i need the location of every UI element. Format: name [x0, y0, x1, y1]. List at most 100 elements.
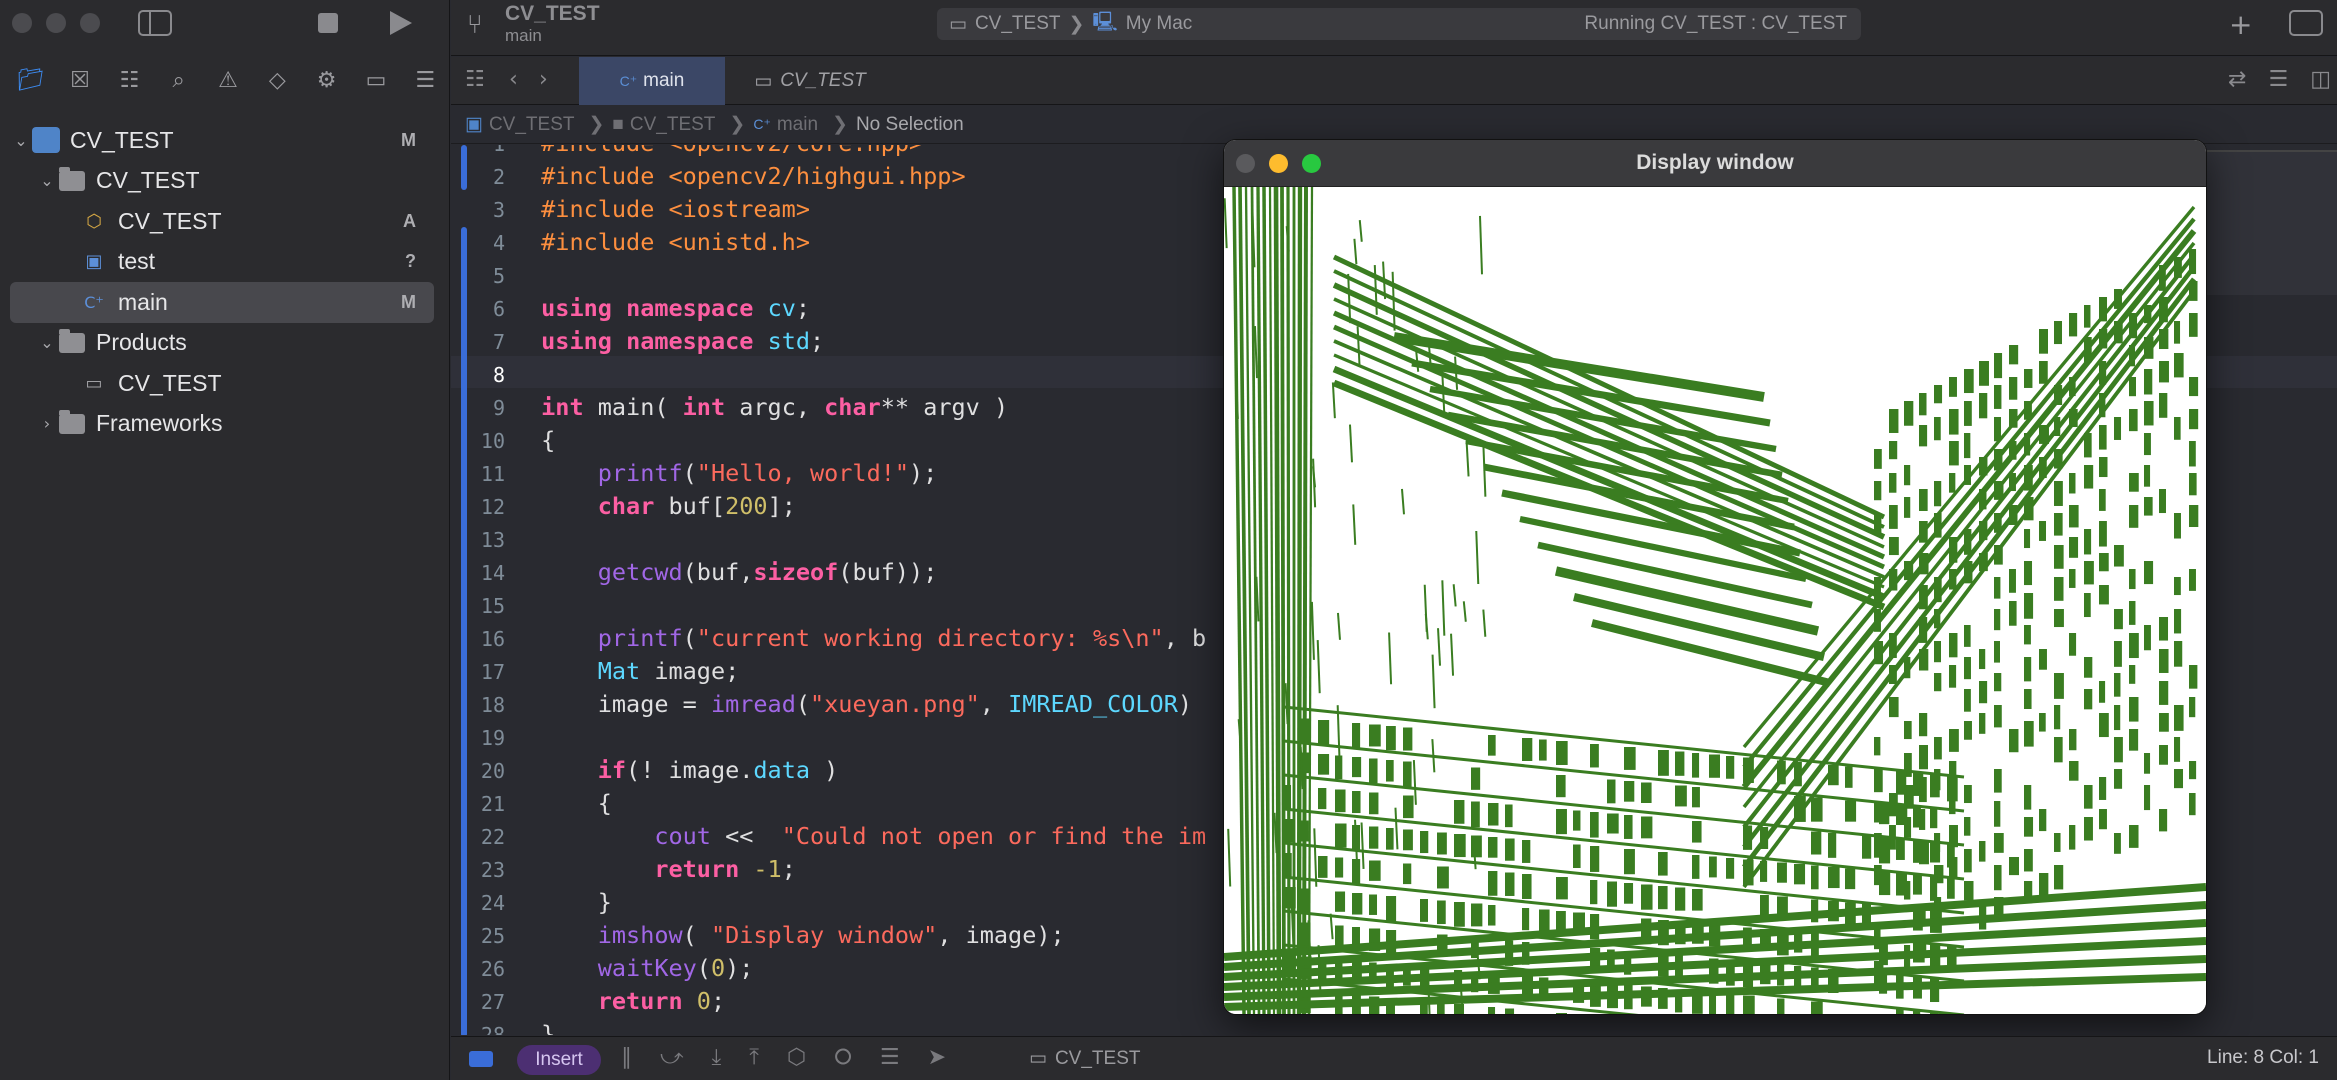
display-window[interactable]: Display window — [1224, 140, 2206, 1014]
scheme-selector[interactable]: CV_TEST — [975, 13, 1061, 35]
chevron-down-icon[interactable]: ⌄ — [36, 333, 58, 352]
code-line[interactable]: 21 { — [451, 787, 1206, 820]
step-out-icon[interactable]: ⤒ — [749, 1045, 759, 1070]
close-window-button[interactable] — [12, 13, 32, 33]
code-line[interactable]: 12 char buf[200]; — [451, 490, 1206, 523]
image-stroke — [1391, 271, 1396, 331]
image-stroke — [1452, 584, 1457, 607]
image-mark — [1607, 881, 1618, 907]
tab-main[interactable]: C⁺ main — [579, 57, 725, 105]
tree-item-group[interactable]: ⌄ CV_TEST — [0, 161, 450, 202]
code-text: using namespace cv; — [541, 294, 811, 322]
sidebar-toggle-icon[interactable] — [138, 10, 172, 36]
close-window-button[interactable] — [1236, 154, 1255, 173]
code-line[interactable]: 15 — [451, 589, 1206, 622]
zoom-window-button[interactable] — [1302, 154, 1321, 173]
image-mark — [1994, 417, 2002, 442]
tree-item-file[interactable]: ▭ CV_TEST — [0, 363, 450, 404]
debug-navigator-icon[interactable]: ⚙︎ — [302, 63, 351, 97]
code-line[interactable]: 3 #include <iostream> — [451, 193, 1206, 226]
tree-item-file-selected[interactable]: C⁺ main M — [10, 282, 434, 323]
chevron-right-icon[interactable]: › — [539, 67, 548, 92]
minimap[interactable] — [2200, 150, 2337, 295]
tree-item-group[interactable]: ⌄ Products — [0, 323, 450, 364]
breadcrumb-symbol[interactable]: No Selection — [856, 114, 964, 136]
chevron-left-icon[interactable]: ‹ — [509, 67, 518, 92]
code-line[interactable]: 9 int main( int argc, char** argv ) — [451, 391, 1206, 424]
grid-icon[interactable]: ☷ — [465, 67, 485, 92]
code-line[interactable]: 10 { — [451, 424, 1206, 457]
image-mark — [2159, 489, 2166, 514]
minimize-window-button[interactable] — [1269, 154, 1288, 173]
tree-item-project[interactable]: ⌄ CV_TEST M — [0, 120, 450, 161]
tree-item-label: Frameworks — [96, 410, 223, 437]
issue-navigator-icon[interactable]: ⚠︎ — [203, 63, 252, 97]
minimize-window-button[interactable] — [46, 13, 66, 33]
code-line[interactable]: 14 getcwd(buf,sizeof(buf)); — [451, 556, 1206, 589]
tree-item-file[interactable]: ⬡ CV_TEST A — [0, 201, 450, 242]
code-line[interactable]: 6 using namespace cv; — [451, 292, 1206, 325]
swap-icon[interactable]: ⇄ — [2228, 67, 2246, 92]
code-line[interactable]: 18 image = imread("xueyan.png", IMREAD_C… — [451, 688, 1206, 721]
tree-item-file[interactable]: ▣ test ? — [0, 242, 450, 283]
add-editor-icon[interactable]: ◫ — [2310, 67, 2331, 92]
project-navigator-icon[interactable]: 📁︎ — [6, 63, 55, 97]
code-line[interactable]: 25 imshow( "Display window", image); — [451, 919, 1206, 952]
code-line[interactable]: 2 #include <opencv2/highgui.hpp> — [451, 160, 1206, 193]
play-icon[interactable] — [390, 11, 412, 35]
symbol-navigator-icon[interactable]: ☷ — [105, 63, 154, 97]
code-line[interactable]: 19 — [451, 721, 1206, 754]
view-hierarchy-icon[interactable]: ⬡ — [787, 1045, 806, 1070]
breadcrumb-group[interactable]: CV_TEST — [630, 114, 716, 136]
environment-overrides-icon[interactable]: ☰ — [880, 1045, 900, 1070]
debug-target[interactable]: ▭ CV_TEST — [1029, 1047, 1140, 1070]
image-mark — [1979, 553, 1988, 572]
chevron-down-icon[interactable]: ⌄ — [36, 171, 58, 190]
code-line[interactable]: 26 waitKey(0); — [451, 952, 1206, 985]
code-line[interactable]: 7 using namespace std; — [451, 325, 1206, 358]
memory-graph-icon[interactable]: ⭘ — [834, 1045, 852, 1070]
code-line[interactable]: 24 } — [451, 886, 1206, 919]
code-line[interactable]: 22 cout << "Could not open or find the i… — [451, 820, 1206, 853]
breadcrumb-project[interactable]: CV_TEST — [489, 114, 575, 136]
code-line[interactable]: 16 printf("current working directory: %s… — [451, 622, 1206, 655]
breakpoints-toggle-icon[interactable] — [469, 1051, 493, 1067]
plus-icon[interactable]: + — [2229, 8, 2252, 41]
code-line[interactable]: 13 — [451, 523, 1206, 556]
line-number: 4 — [492, 231, 505, 255]
step-over-icon[interactable]: ⤻ — [660, 1045, 684, 1070]
code-line[interactable]: 20 if(! image.data ) — [451, 754, 1206, 787]
location-icon[interactable]: ➤ — [928, 1045, 946, 1070]
chevron-down-icon[interactable]: ⌄ — [10, 131, 32, 150]
code-line[interactable]: 11 printf("Hello, world!"); — [451, 457, 1206, 490]
image-mark — [2024, 625, 2031, 645]
inspector-icon[interactable] — [2289, 10, 2323, 36]
image-mark — [2114, 737, 2123, 763]
code-line[interactable]: 1 #include <opencv2/core.hpp> — [451, 145, 1206, 160]
report-navigator-icon[interactable]: ☰ — [401, 63, 450, 97]
breadcrumb-file[interactable]: main — [777, 114, 818, 136]
find-navigator-icon[interactable]: ⌕ — [154, 63, 203, 97]
test-navigator-icon[interactable]: ◇ — [253, 63, 302, 97]
code-line[interactable]: 23 return -1; — [451, 853, 1206, 886]
tree-item-group[interactable]: › Frameworks — [0, 404, 450, 445]
destination-selector[interactable]: My Mac — [1126, 13, 1193, 35]
image-mark — [1607, 813, 1619, 834]
source-control-navigator-icon[interactable]: ☒ — [55, 63, 104, 97]
code-line[interactable]: 27 return 0; — [451, 985, 1206, 1018]
code-line[interactable]: 28 } — [451, 1018, 1206, 1035]
display-window-titlebar[interactable]: Display window — [1224, 140, 2206, 187]
editor-options-icon[interactable]: ☰ — [2268, 67, 2288, 92]
chevron-right-icon[interactable]: › — [36, 414, 58, 433]
code-line[interactable]: 8 — [451, 358, 1206, 391]
step-into-icon[interactable]: ⤓ — [712, 1045, 722, 1070]
image-mark — [1556, 877, 1568, 900]
code-line[interactable]: 17 Mat image; — [451, 655, 1206, 688]
pause-icon[interactable]: ∥ — [621, 1045, 632, 1070]
stop-icon[interactable] — [318, 13, 338, 33]
breakpoint-navigator-icon[interactable]: ▭ — [351, 63, 400, 97]
zoom-window-button[interactable] — [80, 13, 100, 33]
tab-cv-test[interactable]: ▭ CV_TEST — [745, 57, 875, 105]
code-line[interactable]: 5 — [451, 259, 1206, 292]
code-line[interactable]: 4 #include <unistd.h> — [451, 226, 1206, 259]
